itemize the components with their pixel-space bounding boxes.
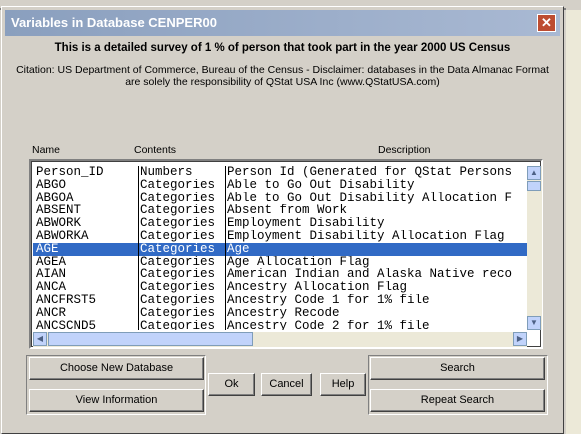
horizontal-scrollbar[interactable]: ◀ ▶ xyxy=(33,332,527,347)
description-cell: Age Allocation Flag xyxy=(225,255,527,269)
title-bar[interactable]: Variables in Database CENPER00 ✕ xyxy=(5,10,560,36)
description-cell: Person Id (Generated for QStat Persons xyxy=(225,166,527,179)
contents-cell: Categories xyxy=(138,229,227,243)
list-item[interactable]: Person_ID Numbers Person Id (Generated for… xyxy=(33,166,527,179)
variable-name-cell: AGE xyxy=(36,242,59,256)
database-heading: This is a detailed survey of 1 % of pers… xyxy=(54,42,511,54)
variable-name-cell: ABGOA xyxy=(36,191,74,205)
contents-cell: Numbers xyxy=(138,166,227,179)
variable-name-cell: Person_ID xyxy=(36,166,104,179)
description-cell: Absent from Work xyxy=(225,204,527,218)
contents-cell: Categories xyxy=(138,319,227,330)
list-item[interactable]: ANCFRST5 Categories Ancestry Code 1 for 1%… xyxy=(33,293,527,307)
repeat-search-button[interactable]: Repeat Search xyxy=(370,389,545,412)
horizontal-scroll-thumb[interactable] xyxy=(48,332,253,346)
scroll-up-icon[interactable]: ▲ xyxy=(527,166,541,180)
scroll-left-icon[interactable]: ◀ xyxy=(33,332,47,346)
variable-name-cell: ANCA xyxy=(36,281,67,294)
variable-name-cell: AIAN xyxy=(36,268,67,282)
close-icon[interactable]: ✕ xyxy=(537,14,556,32)
variable-name-cell: ANCSCND5 xyxy=(36,319,97,330)
view-information-button[interactable]: View Information xyxy=(29,389,204,412)
citation-text: Citation: US Department of Commerce, Bur… xyxy=(8,64,557,88)
contents-cell: Categories xyxy=(138,217,227,230)
description-cell: Able to Go Out Disability Allocation F xyxy=(225,191,527,205)
contents-cell: Categories xyxy=(138,242,227,256)
list-item[interactable]: AGE Categories Age xyxy=(33,242,527,256)
list-item[interactable]: ABWORK Categories Employment Disability xyxy=(33,217,527,230)
variable-name-cell: ABSENT xyxy=(36,204,82,218)
window-title: Variables in Database CENPER00 xyxy=(11,15,217,30)
contents-cell: Categories xyxy=(138,268,227,282)
column-header-name: Name xyxy=(32,144,61,156)
list-item[interactable]: AIAN Categories American Indian and Alaska… xyxy=(33,268,527,282)
variables-list[interactable]: Person_ID Numbers Person Id (Generated for… xyxy=(33,166,527,330)
list-item[interactable]: ANCSCND5 Categories Ancestry Code 2 for 1%… xyxy=(33,319,527,330)
variable-name-cell: ABGO xyxy=(36,178,67,192)
search-button[interactable]: Search xyxy=(370,357,545,380)
scroll-down-icon[interactable]: ▼ xyxy=(527,316,541,330)
description-cell: American Indian and Alaska Native reco xyxy=(225,268,527,282)
contents-cell: Categories xyxy=(138,204,227,218)
cancel-button[interactable]: Cancel xyxy=(261,373,312,396)
list-item[interactable]: ABGO Categories Able to Go Out Disability xyxy=(33,178,527,192)
variable-name-cell: ANCFRST5 xyxy=(36,293,97,307)
vertical-scrollbar[interactable]: ▲ ▼ xyxy=(527,166,542,330)
description-cell: Age xyxy=(225,242,527,256)
choose-new-database-button[interactable]: Choose New Database xyxy=(29,357,204,380)
list-item[interactable]: AGEA Categories Age Allocation Flag xyxy=(33,255,527,269)
contents-cell: Categories xyxy=(138,191,227,205)
scroll-right-icon[interactable]: ▶ xyxy=(513,332,527,346)
variable-name-cell: ANCR xyxy=(36,306,67,320)
variable-name-cell: ABWORKA xyxy=(36,229,89,243)
contents-cell: Categories xyxy=(138,306,227,320)
description-cell: Ancestry Code 2 for 1% file xyxy=(225,319,527,330)
list-item[interactable]: ABWORKA Categories Employment Disability A… xyxy=(33,229,527,243)
description-cell: Employment Disability Allocation Flag xyxy=(225,229,527,243)
list-item[interactable]: ABGOA Categories Able to Go Out Disability… xyxy=(33,191,527,205)
list-item[interactable]: ABSENT Categories Absent from Work xyxy=(33,204,527,218)
description-cell: Able to Go Out Disability xyxy=(225,178,527,192)
description-cell: Ancestry Recode xyxy=(225,306,527,320)
contents-cell: Categories xyxy=(138,281,227,294)
column-header-description: Description xyxy=(378,144,431,156)
variable-name-cell: ABWORK xyxy=(36,217,82,230)
contents-cell: Categories xyxy=(138,178,227,192)
list-item[interactable]: ANCA Categories Ancestry Allocation Flag xyxy=(33,281,527,294)
contents-cell: Categories xyxy=(138,293,227,307)
list-item[interactable]: ANCR Categories Ancestry Recode xyxy=(33,306,527,320)
ok-button[interactable]: Ok xyxy=(208,373,255,396)
description-cell: Employment Disability xyxy=(225,217,527,230)
variable-name-cell: AGEA xyxy=(36,255,67,269)
contents-cell: Categories xyxy=(138,255,227,269)
variables-listbox[interactable]: Person_ID Numbers Person Id (Generated for… xyxy=(29,159,543,349)
vertical-scroll-thumb[interactable] xyxy=(527,181,541,191)
citation-line-2: are solely the responsibility of QStat U… xyxy=(125,76,440,88)
citation-line-1: Citation: US Department of Commerce, Bur… xyxy=(16,64,549,76)
background-app-edge xyxy=(566,10,581,434)
column-header-contents: Contents xyxy=(134,144,177,156)
description-cell: Ancestry Code 1 for 1% file xyxy=(225,293,527,307)
description-cell: Ancestry Allocation Flag xyxy=(225,281,527,294)
variables-dialog: Variables in Database CENPER00 ✕ This is… xyxy=(1,6,564,434)
help-button[interactable]: Help xyxy=(320,373,366,396)
